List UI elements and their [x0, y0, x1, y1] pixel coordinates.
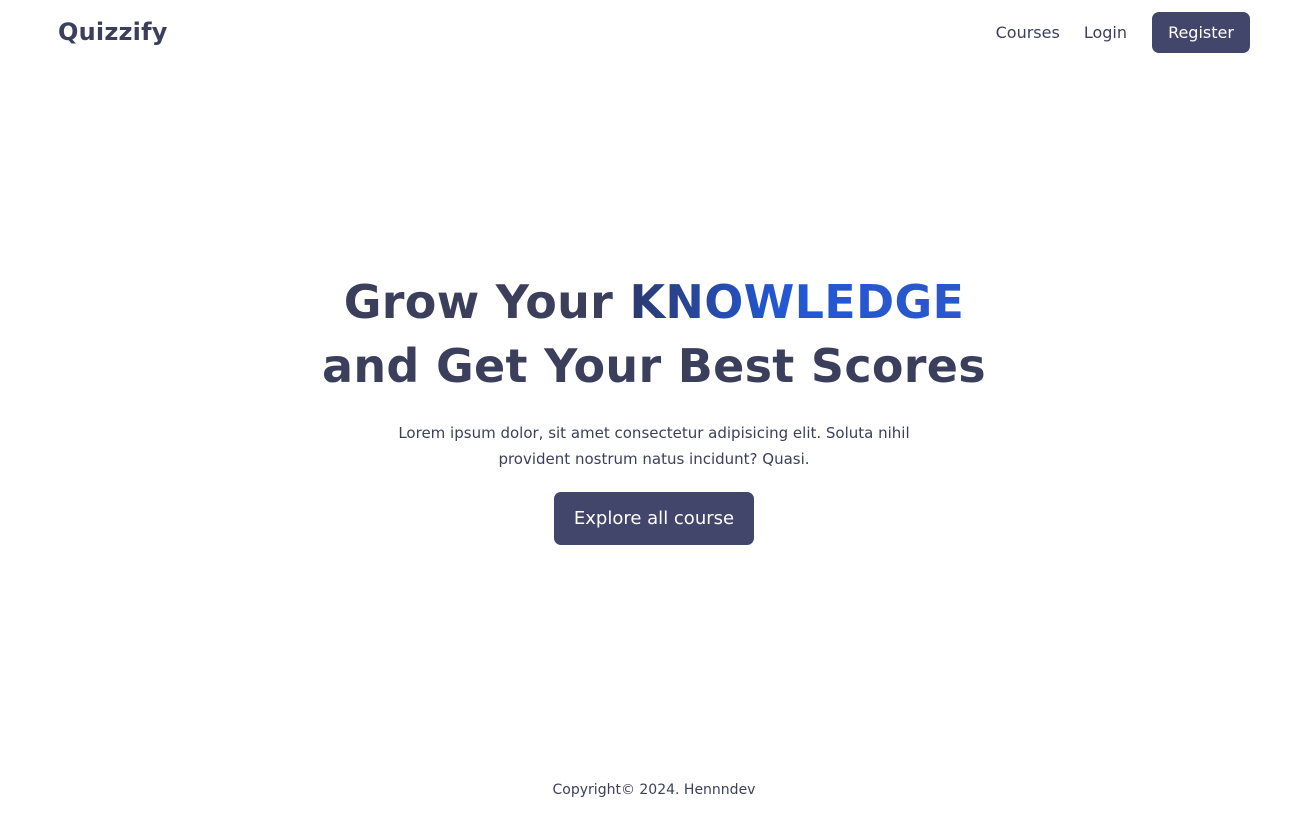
explore-courses-button[interactable]: Explore all course [554, 492, 754, 545]
register-button[interactable]: Register [1152, 12, 1250, 53]
brand-logo[interactable]: Quizzify [58, 17, 168, 47]
nav-link-login[interactable]: Login [1084, 23, 1127, 43]
navbar: Quizzify Courses Login Register [0, 0, 1308, 66]
hero-description: Lorem ipsum dolor, sit amet consectetur … [398, 424, 910, 468]
hero-title-part1: Grow Your [343, 275, 630, 329]
footer-copyright: Copyright© 2024. Hennndev [552, 782, 756, 798]
footer: Copyright© 2024. Hennndev [0, 780, 1308, 800]
page: Quizzify Courses Login Register Grow You… [0, 0, 1308, 816]
hero-title-line2: and Get Your Best Scores [322, 339, 986, 393]
nav-link-courses[interactable]: Courses [996, 23, 1060, 43]
nav-links: Courses Login Register [996, 12, 1250, 53]
hero-title-highlight: KNOWLEDGE [629, 275, 965, 329]
hero-title: Grow Your KNOWLEDGE and Get Your Best Sc… [0, 270, 1308, 398]
hero-section: Grow Your KNOWLEDGE and Get Your Best Sc… [0, 270, 1308, 545]
